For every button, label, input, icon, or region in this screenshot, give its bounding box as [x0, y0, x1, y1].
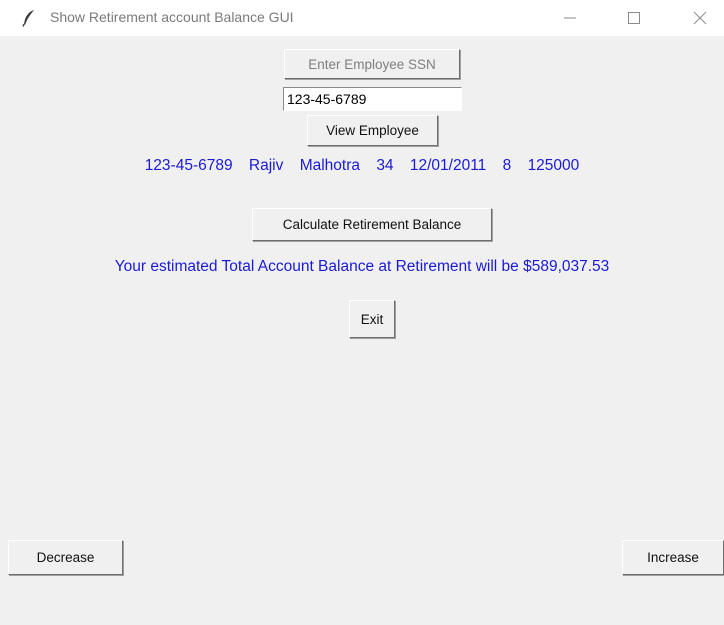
increase-button[interactable]: Increase: [622, 540, 724, 575]
employee-info: 123-45-6789 Rajiv Malhotra 34 12/01/2011…: [0, 157, 724, 175]
employee-salary: 125000: [527, 157, 580, 174]
retirement-balance-result: Your estimated Total Account Balance at …: [114, 258, 610, 275]
maximize-icon: [628, 12, 640, 24]
minimize-button[interactable]: [550, 4, 590, 32]
ssn-input[interactable]: [283, 87, 462, 111]
title-bar[interactable]: Show Retirement account Balance GUI: [0, 0, 724, 36]
employee-field-8: 8: [502, 157, 512, 174]
employee-last-name: Malhotra: [299, 157, 360, 174]
calculate-balance-button[interactable]: Calculate Retirement Balance: [252, 208, 492, 241]
minimize-icon: [564, 17, 576, 19]
close-button[interactable]: [680, 4, 720, 32]
decrease-button[interactable]: Decrease: [8, 540, 123, 575]
enter-ssn-button[interactable]: Enter Employee SSN: [284, 49, 460, 79]
employee-age: 34: [376, 157, 394, 174]
maximize-button[interactable]: [614, 4, 654, 32]
employee-first-name: Rajiv: [248, 157, 284, 174]
window-title: Show Retirement account Balance GUI: [50, 9, 294, 25]
app-window: Show Retirement account Balance GUI Ente…: [0, 0, 724, 625]
close-icon: [693, 11, 707, 25]
exit-button[interactable]: Exit: [349, 300, 395, 338]
employee-start-date: 12/01/2011: [409, 157, 487, 174]
view-employee-button[interactable]: View Employee: [307, 115, 438, 146]
feather-icon: [22, 9, 36, 27]
employee-ssn: 123-45-6789: [144, 157, 233, 174]
